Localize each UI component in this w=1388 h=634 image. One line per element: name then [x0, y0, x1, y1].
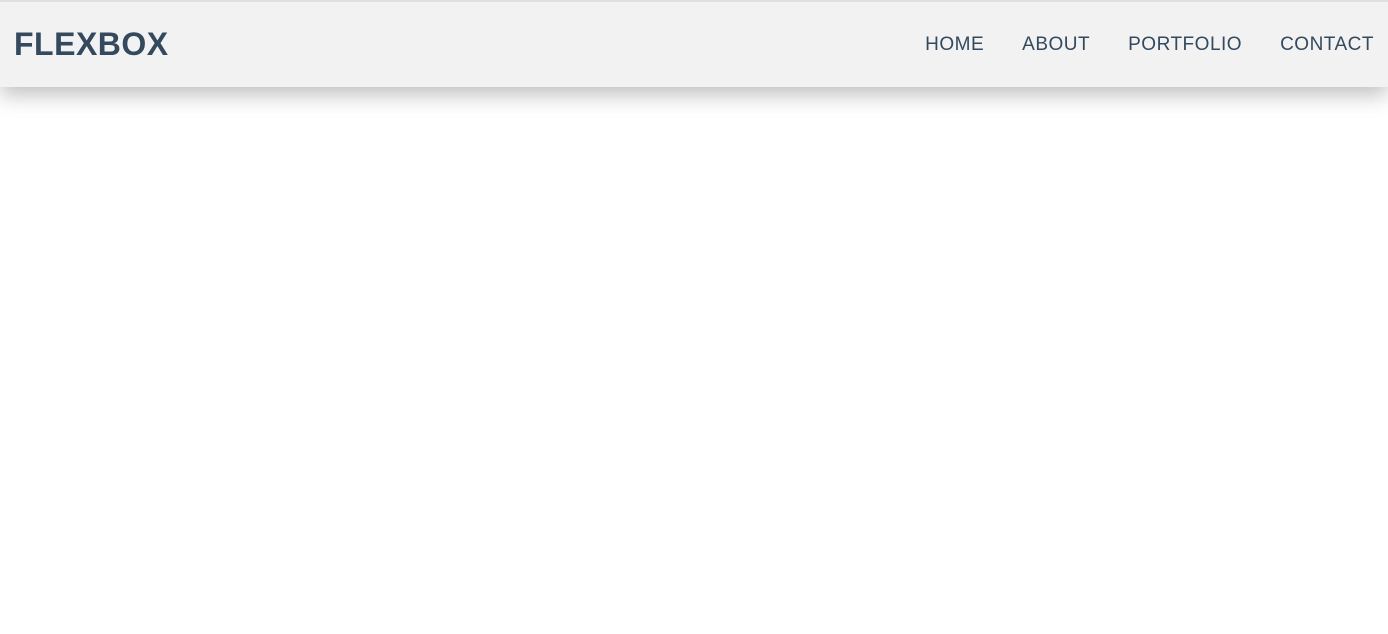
nav-link-about[interactable]: ABOUT — [1022, 34, 1090, 56]
main-nav: HOME ABOUT PORTFOLIO CONTACT — [925, 34, 1374, 56]
nav-link-home[interactable]: HOME — [925, 34, 984, 56]
main-header: FLEXBOX HOME ABOUT PORTFOLIO CONTACT — [0, 0, 1388, 87]
nav-link-portfolio[interactable]: PORTFOLIO — [1128, 34, 1242, 56]
site-logo: FLEXBOX — [14, 26, 169, 63]
nav-link-contact[interactable]: CONTACT — [1280, 34, 1374, 56]
